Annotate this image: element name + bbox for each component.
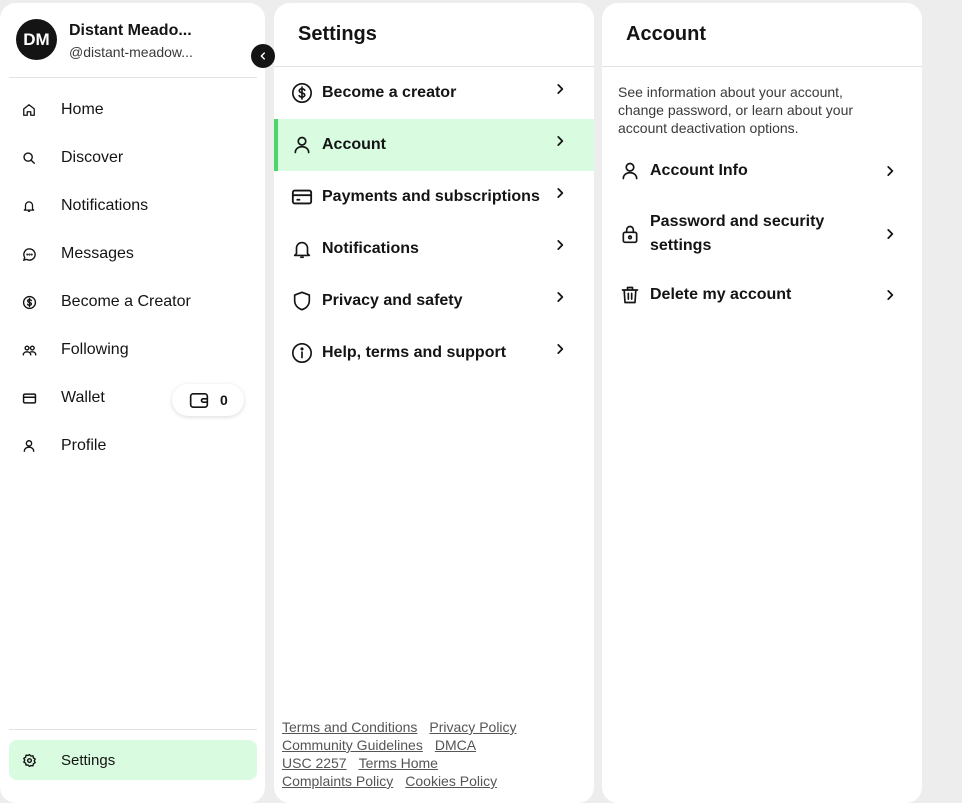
- sidebar-item-label: Settings: [61, 751, 116, 769]
- sidebar-item-notifications[interactable]: Notifications: [9, 186, 257, 226]
- person-icon: [17, 439, 41, 453]
- settings-item-label: Privacy and safety: [322, 292, 463, 309]
- dollar-circle-icon: [290, 82, 314, 104]
- credit-card-icon: [290, 186, 314, 208]
- footer-links: Terms and Conditions Privacy Policy Commu…: [282, 718, 582, 790]
- user-handle: @distant-meadow...: [69, 44, 193, 60]
- person-icon: [618, 161, 642, 181]
- info-icon: [290, 342, 314, 364]
- account-item-password-security[interactable]: Password and security settings: [602, 209, 922, 259]
- account-panel: Account See information about your accou…: [602, 3, 922, 803]
- account-item-account-info[interactable]: Account Info: [602, 155, 922, 187]
- page-title: Settings: [298, 23, 377, 45]
- settings-item-label: Payments and subscriptions: [322, 188, 540, 205]
- sidebar-item-label: Following: [61, 341, 129, 358]
- wallet-balance: 0: [220, 392, 228, 408]
- trash-icon: [618, 284, 642, 306]
- account-item-label: Password and security settings: [650, 213, 825, 254]
- person-icon: [290, 135, 314, 155]
- settings-item-become-a-creator[interactable]: Become a creator: [274, 67, 594, 119]
- search-icon: [17, 151, 41, 165]
- settings-item-label: Become a creator: [322, 84, 457, 101]
- sidebar-item-following[interactable]: Following: [9, 330, 257, 370]
- sidebar-item-discover[interactable]: Discover: [9, 138, 257, 178]
- chevron-right-icon: [878, 164, 902, 178]
- display-name: Distant Meado...: [69, 22, 192, 39]
- wallet-icon: [189, 392, 209, 409]
- bell-icon: [290, 238, 314, 260]
- chat-icon: [17, 247, 41, 262]
- sidebar-item-messages[interactable]: Messages: [9, 234, 257, 274]
- settings-item-label: Account: [322, 136, 386, 153]
- settings-item-payments[interactable]: Payments and subscriptions: [274, 171, 594, 223]
- settings-item-label: Notifications: [322, 240, 419, 257]
- settings-item-account[interactable]: Account: [274, 119, 594, 171]
- settings-item-notifications[interactable]: Notifications: [274, 223, 594, 275]
- sidebar: DM Distant Meado... @distant-meadow... H…: [0, 3, 265, 803]
- privacy-policy-link[interactable]: Privacy Policy: [429, 719, 516, 735]
- sidebar-item-profile[interactable]: Profile: [9, 426, 257, 466]
- sidebar-item-settings[interactable]: Settings: [9, 740, 257, 780]
- account-item-label: Account Info: [650, 162, 748, 179]
- settings-panel: Settings Become a creator Account Paymen…: [274, 3, 594, 803]
- people-icon: [17, 343, 41, 358]
- chevron-right-icon: [548, 134, 572, 148]
- sidebar-item-label: Notifications: [61, 197, 149, 214]
- divider: [9, 77, 257, 78]
- sidebar-item-label: Become a Creator: [61, 293, 191, 310]
- terms-home-link[interactable]: Terms Home: [359, 755, 438, 771]
- user-profile-header[interactable]: DM Distant Meado... @distant-meadow...: [16, 19, 216, 61]
- chevron-right-icon: [878, 288, 902, 302]
- settings-item-privacy-and-safety[interactable]: Privacy and safety: [274, 275, 594, 327]
- account-item-delete-account[interactable]: Delete my account: [602, 279, 922, 311]
- divider: [602, 66, 922, 67]
- settings-item-label: Help, terms and support: [322, 344, 507, 361]
- card-icon: [17, 391, 41, 406]
- community-guidelines-link[interactable]: Community Guidelines: [282, 737, 423, 753]
- sidebar-item-label: Wallet: [61, 389, 105, 406]
- collapse-sidebar-button[interactable]: [251, 44, 275, 68]
- account-item-label: Delete my account: [650, 286, 792, 303]
- wallet-balance-pill[interactable]: 0: [172, 384, 244, 416]
- dmca-link[interactable]: DMCA: [435, 737, 476, 753]
- sidebar-item-label: Profile: [61, 437, 107, 454]
- chevron-right-icon: [548, 290, 572, 304]
- home-icon: [17, 103, 41, 117]
- sidebar-item-label: Home: [61, 101, 104, 118]
- lock-icon: [618, 223, 642, 245]
- chevron-right-icon: [548, 238, 572, 252]
- bell-icon: [17, 199, 41, 213]
- chevron-right-icon: [548, 186, 572, 200]
- chevron-right-icon: [878, 227, 902, 241]
- shield-icon: [290, 290, 314, 312]
- usc-2257-link[interactable]: USC 2257: [282, 755, 347, 771]
- complaints-policy-link[interactable]: Complaints Policy: [282, 773, 393, 789]
- dollar-icon: [17, 295, 41, 310]
- account-title: Account: [626, 23, 706, 45]
- gear-icon: [17, 753, 41, 768]
- divider: [9, 729, 257, 730]
- sidebar-item-label: Discover: [61, 149, 124, 166]
- sidebar-item-become-a-creator[interactable]: Become a Creator: [9, 282, 257, 322]
- settings-item-help[interactable]: Help, terms and support: [274, 327, 594, 379]
- chevron-right-icon: [548, 342, 572, 356]
- account-description: See information about your account, chan…: [618, 84, 854, 136]
- sidebar-item-home[interactable]: Home: [9, 90, 257, 130]
- chevron-left-icon: [258, 51, 268, 61]
- cookies-policy-link[interactable]: Cookies Policy: [405, 773, 497, 789]
- sidebar-item-label: Messages: [61, 245, 134, 262]
- terms-link[interactable]: Terms and Conditions: [282, 719, 417, 735]
- avatar[interactable]: DM: [16, 19, 57, 60]
- chevron-right-icon: [548, 82, 572, 96]
